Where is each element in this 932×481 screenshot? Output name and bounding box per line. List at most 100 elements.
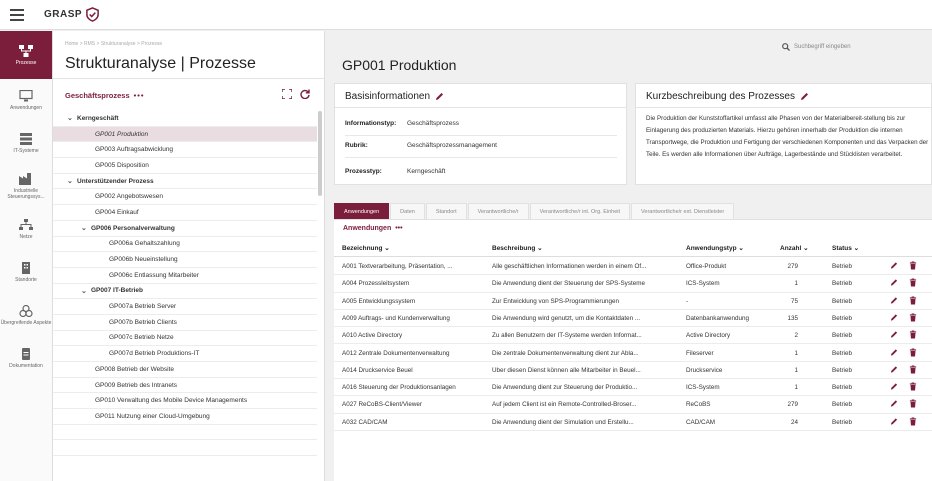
breadcrumb[interactable]: Home > RMS > Strukturanalyse > Prozesse: [65, 41, 162, 47]
refresh-icon[interactable]: [300, 89, 310, 99]
tree-row: [53, 425, 317, 441]
geschaeftsprozess-header[interactable]: Geschäftsprozess •••: [65, 91, 145, 100]
chevron-down-icon[interactable]: ⌄: [67, 114, 77, 122]
tab-1[interactable]: Daten: [390, 203, 425, 219]
chevron-down-icon[interactable]: ⌄: [67, 177, 77, 185]
divider: [636, 107, 931, 108]
rail-item-it-systeme[interactable]: IT-Systeme: [0, 122, 52, 165]
table-row[interactable]: A009 Auftrags- und Kundenverwaltung Die A…: [334, 310, 932, 328]
tab-0[interactable]: Anwendungen: [334, 203, 390, 219]
tree-row[interactable]: ⌄ GP006 Personalverwaltung: [53, 221, 317, 237]
cell-status: Betrieb: [832, 314, 852, 322]
more-options-icon[interactable]: •••: [395, 225, 402, 232]
column-header[interactable]: Beschreibung ⌄: [492, 244, 543, 252]
trash-icon[interactable]: [909, 296, 917, 305]
tab-2[interactable]: Standort: [425, 203, 467, 219]
trash-icon[interactable]: [909, 365, 917, 374]
cell-desc: Zu allen Benutzern der IT-Systeme werden…: [492, 332, 642, 340]
column-header[interactable]: Status ⌄: [832, 244, 859, 252]
edit-pencil-icon[interactable]: [890, 417, 898, 426]
edit-pencil-icon[interactable]: [890, 278, 898, 287]
trash-icon[interactable]: [909, 399, 917, 408]
edit-pencil-icon[interactable]: [890, 330, 898, 339]
search-icon: [782, 42, 790, 51]
edit-pencil-icon[interactable]: [890, 399, 898, 408]
process-description: Die Produktion der Kunststoffartikel umf…: [646, 115, 929, 158]
tree-scrollbar[interactable]: [318, 111, 322, 196]
trash-icon[interactable]: [909, 261, 917, 270]
tree-row[interactable]: GP006a Gehaltszahlung: [53, 237, 317, 253]
trash-icon[interactable]: [909, 382, 917, 391]
column-header[interactable]: Bezeichnung ⌄: [342, 244, 390, 252]
edit-pencil-icon[interactable]: [890, 348, 898, 357]
tree-row[interactable]: GP003 Auftragsabwicklung: [53, 142, 317, 159]
tree-row[interactable]: GP006c Entlassung Mitarbeiter: [53, 268, 317, 284]
trash-icon[interactable]: [909, 348, 917, 357]
table-row[interactable]: A027 ReCoBS-Client/Viewer Auf jedem Clien…: [334, 396, 932, 414]
edit-pencil-icon[interactable]: [890, 261, 898, 270]
tree-row[interactable]: GP007b Betrieb Clients: [53, 315, 317, 331]
tree-row[interactable]: GP010 Verwaltung des Mobile Device Manag…: [53, 393, 317, 410]
tree-row[interactable]: ⌄ Kerngeschäft: [53, 111, 317, 127]
cell-desc: Über diesen Dienst können alle Mitarbeit…: [492, 366, 641, 374]
column-header[interactable]: Anwendungstyp ⌄: [686, 244, 744, 252]
cell-name: A027 ReCoBS-Client/Viewer: [342, 401, 423, 409]
trash-icon[interactable]: [909, 313, 917, 322]
table-row[interactable]: A001 Textverarbeitung, Präsentation, ...…: [334, 258, 932, 276]
search-input[interactable]: Suchbegriff eingeben: [794, 44, 851, 50]
table-row[interactable]: A010 Active Directory Zu allen Benutzern …: [334, 327, 932, 345]
rail-item-prozesse[interactable]: Prozesse: [0, 31, 52, 79]
trash-icon[interactable]: [909, 330, 917, 339]
table-row[interactable]: A004 Prozessleitsystem Die Anwendung dien…: [334, 275, 932, 293]
rail-item-label: Netze: [19, 234, 33, 240]
trash-icon[interactable]: [909, 278, 917, 287]
tree-row[interactable]: GP002 Angebotswesen: [53, 189, 317, 206]
rail-item-standorte[interactable]: Standorte: [0, 251, 52, 294]
rail-item-uebergreifende-aspekte[interactable]: Übergreifende Aspekte: [0, 294, 52, 337]
cell-desc: Alle geschäftlichen Informationen werden…: [492, 263, 647, 270]
edit-pencil-icon[interactable]: [890, 296, 898, 305]
tab-5[interactable]: Verantwortliche/r ext. Dienstleister: [631, 203, 735, 219]
chevron-down-icon[interactable]: ⌄: [81, 224, 91, 232]
tree-row[interactable]: GP008 Betrieb der Website: [53, 362, 317, 378]
rail-item-anwendungen[interactable]: Anwendungen: [0, 79, 52, 122]
rail-item-netze[interactable]: Netze: [0, 208, 52, 251]
tree-row[interactable]: GP011 Nutzung einer Cloud-Umgebung: [53, 409, 317, 425]
edit-pencil-icon[interactable]: [890, 313, 898, 322]
edit-pencil-icon[interactable]: [800, 92, 809, 101]
tree-row[interactable]: GP005 Disposition: [53, 158, 317, 174]
edit-pencil-icon[interactable]: [435, 92, 444, 101]
tree-row[interactable]: GP004 Einkauf: [53, 205, 317, 221]
expand-icon[interactable]: [282, 89, 292, 99]
search-box[interactable]: Suchbegriff eingeben: [772, 39, 932, 54]
anwendungen-header[interactable]: Anwendungen •••: [343, 225, 403, 232]
trash-icon[interactable]: [909, 417, 917, 426]
field-value: Geschäftsprozess: [407, 120, 460, 127]
rail-item-industrielle-steuerung[interactable]: Industrielle Steuerungssys...: [0, 165, 52, 208]
tree-row[interactable]: GP007c Betrieb Netze: [53, 331, 317, 347]
hamburger-menu-icon[interactable]: [10, 8, 30, 21]
tab-4[interactable]: Verantwortliche/r int. Org. Einheit: [529, 203, 631, 219]
edit-pencil-icon[interactable]: [890, 365, 898, 374]
table-row[interactable]: A014 Druckservice Beuel Über diesen Diens…: [334, 362, 932, 380]
tab-3[interactable]: Verantwortliche/r: [467, 203, 529, 219]
chevron-down-icon[interactable]: ⌄: [81, 287, 91, 295]
tree-row[interactable]: ⌄ Unterstützender Prozess: [53, 174, 317, 190]
tree-row[interactable]: GP006b Neueinstellung: [53, 252, 317, 268]
tree-row[interactable]: ⌄ GP007 IT-Betrieb: [53, 284, 317, 300]
tree-row[interactable]: GP007a Betrieb Server: [53, 299, 317, 315]
table-row[interactable]: A005 Entwicklungssystem Zur Entwicklung v…: [334, 293, 932, 310]
more-options-icon[interactable]: •••: [134, 91, 145, 100]
table-row[interactable]: A016 Steuerung der Produktionsanlagen Die…: [334, 379, 932, 397]
rail-item-dokumentation[interactable]: Dokumentation: [0, 337, 52, 380]
brand-logo[interactable]: GRASP: [44, 7, 100, 22]
table-row[interactable]: A012 Zentrale Dokumentenverwaltung Die ze…: [334, 345, 932, 362]
tree-row-label: Kerngeschäft: [77, 114, 119, 122]
tree-row[interactable]: GP007d Betrieb Produktions-IT: [53, 346, 317, 362]
tree-row-label: GP007b Betrieb Clients: [109, 318, 177, 326]
edit-pencil-icon[interactable]: [890, 382, 898, 391]
column-header[interactable]: Anzahl ⌄: [780, 244, 809, 252]
tree-row[interactable]: GP009 Betrieb des Intranets: [53, 378, 317, 394]
table-row[interactable]: A032 CAD/CAM Die Anwendung dient der Simu…: [334, 414, 932, 431]
tree-row[interactable]: GP001 Produktion: [53, 126, 317, 143]
